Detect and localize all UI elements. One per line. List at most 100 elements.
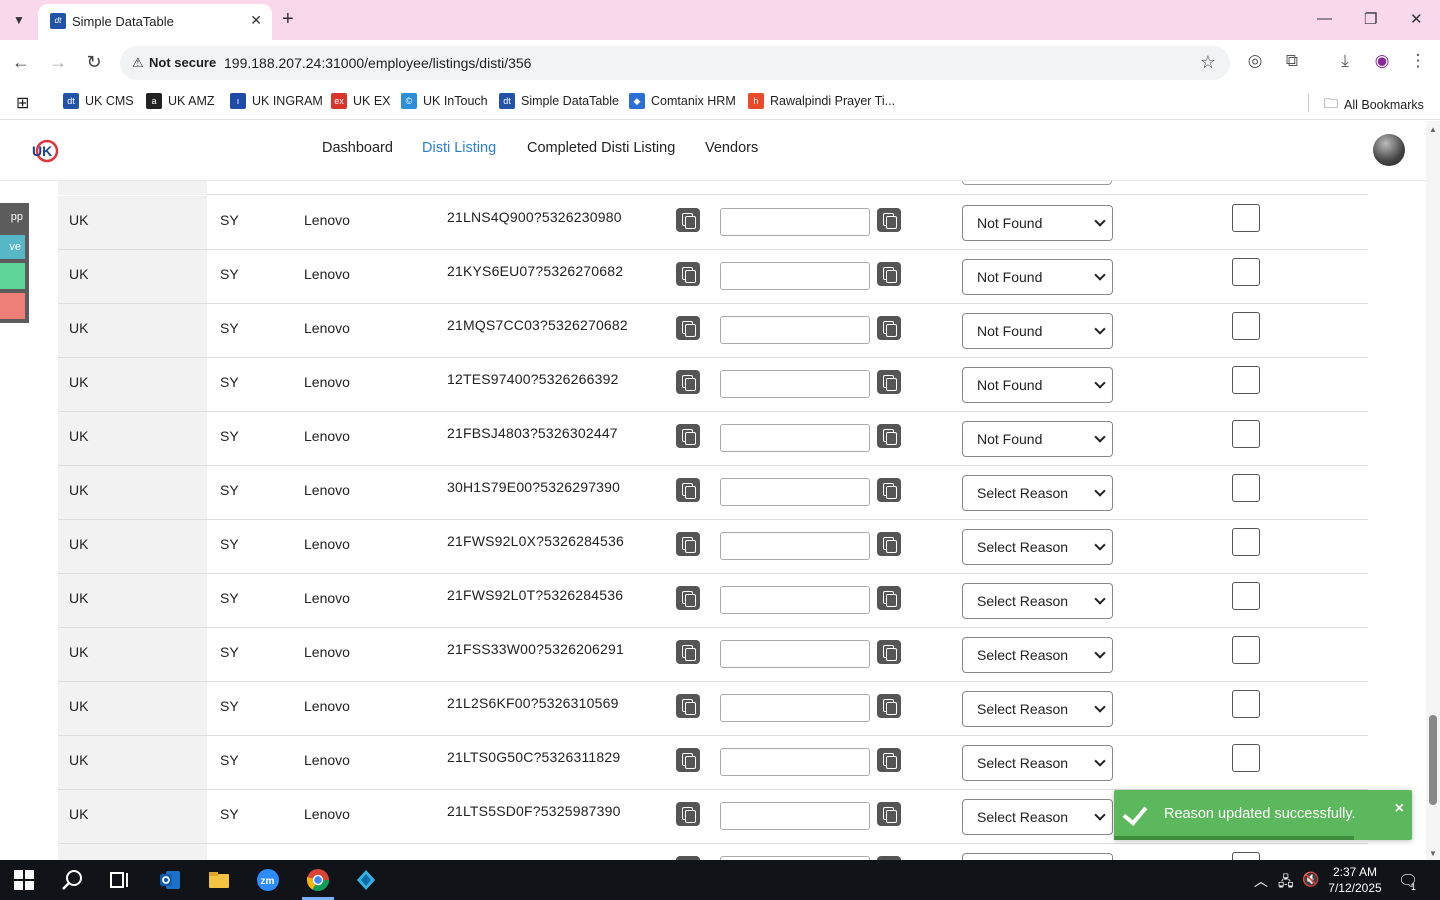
bookmark-item[interactable]: dt UK CMS	[63, 93, 134, 109]
copy-note-icon[interactable]	[877, 748, 901, 772]
nav-disti-listing[interactable]: Disti Listing	[422, 140, 496, 156]
translate-icon[interactable]: ◎	[1244, 51, 1266, 71]
reason-select[interactable]: Not Found	[962, 205, 1113, 241]
apps-grid-icon[interactable]: ⊞	[16, 93, 29, 113]
row-checkbox[interactable]	[1232, 528, 1260, 556]
bookmark-star-icon[interactable]: ☆	[1200, 52, 1216, 73]
outlook-icon[interactable]	[158, 868, 182, 892]
note-input[interactable]	[720, 532, 870, 560]
vscode-like-app-icon[interactable]	[354, 868, 378, 892]
copy-part-number-icon[interactable]	[676, 694, 700, 718]
row-checkbox[interactable]	[1232, 258, 1260, 286]
url-text[interactable]: 199.188.207.24:31000/employee/listings/d…	[224, 55, 531, 71]
close-window-icon[interactable]: ✕	[1410, 10, 1423, 28]
note-input[interactable]	[720, 262, 870, 290]
bookmark-item[interactable]: dt Simple DataTable	[499, 93, 619, 109]
minimize-icon[interactable]: —	[1317, 10, 1332, 27]
profile-icon[interactable]: ◉	[1371, 51, 1393, 71]
copy-part-number-icon[interactable]	[676, 748, 700, 772]
copy-part-number-icon[interactable]	[676, 640, 700, 664]
all-bookmarks-button[interactable]: 🗀 All Bookmarks	[1324, 93, 1424, 117]
windows-start-icon[interactable]	[12, 868, 36, 892]
left-rail-red-button[interactable]	[0, 293, 25, 319]
copy-note-icon[interactable]	[877, 370, 901, 394]
reason-select[interactable]: Not Found	[962, 259, 1113, 295]
reason-select[interactable]: Not Found	[962, 367, 1113, 403]
reason-select[interactable]: Select Reason	[962, 475, 1113, 511]
address-bar[interactable]: ⚠ Not secure 199.188.207.24:31000/employ…	[120, 46, 1230, 80]
copy-note-icon[interactable]	[877, 640, 901, 664]
note-input[interactable]	[720, 802, 870, 830]
network-icon[interactable]: 🖧	[1278, 871, 1294, 895]
copy-note-icon[interactable]	[877, 424, 901, 448]
forward-icon[interactable]: →	[47, 52, 69, 73]
left-rail-open-button[interactable]: pp ↗	[0, 206, 25, 246]
copy-note-icon[interactable]	[877, 478, 901, 502]
reason-select[interactable]: Select Reason	[962, 745, 1113, 781]
uk-logo-icon[interactable]: UK	[30, 137, 60, 165]
bookmark-item[interactable]: ı UK INGRAM	[230, 93, 323, 109]
scrollbar-thumb[interactable]	[1429, 715, 1437, 805]
bookmark-item[interactable]: a UK AMZ	[146, 93, 215, 109]
nav-dashboard[interactable]: Dashboard	[322, 140, 393, 156]
page-scrollbar[interactable]: ▲ ▼	[1426, 121, 1440, 860]
row-checkbox[interactable]	[1232, 636, 1260, 664]
tab-close-icon[interactable]: ✕	[250, 12, 262, 29]
row-checkbox[interactable]	[1232, 204, 1260, 232]
row-checkbox[interactable]	[1232, 690, 1260, 718]
copy-part-number-icon[interactable]	[676, 532, 700, 556]
warning-icon[interactable]: ⚠	[132, 55, 144, 71]
file-explorer-icon[interactable]	[207, 868, 231, 892]
note-input[interactable]	[720, 478, 870, 506]
row-checkbox[interactable]	[1232, 366, 1260, 394]
copy-note-icon[interactable]	[877, 532, 901, 556]
reason-select[interactable]: Select Reason	[962, 583, 1113, 619]
note-input[interactable]	[720, 748, 870, 776]
left-rail-save-button[interactable]: ve	[0, 235, 25, 259]
nav-vendors[interactable]: Vendors	[705, 140, 758, 156]
copy-part-number-icon[interactable]	[676, 424, 700, 448]
reason-select[interactable]: Select Reason	[962, 691, 1113, 727]
copy-note-icon[interactable]	[877, 262, 901, 286]
copy-part-number-icon[interactable]	[676, 370, 700, 394]
back-icon[interactable]: ←	[10, 52, 32, 73]
copy-part-number-icon[interactable]	[676, 316, 700, 340]
row-checkbox[interactable]	[1232, 312, 1260, 340]
note-input[interactable]	[720, 208, 870, 236]
reason-select[interactable]: Select Reason	[962, 799, 1113, 835]
security-label[interactable]: Not secure	[149, 55, 216, 70]
left-rail-green-button[interactable]	[0, 263, 25, 289]
reason-select-partial[interactable]	[962, 181, 1112, 185]
reload-icon[interactable]: ↻	[83, 52, 105, 73]
copy-part-number-icon[interactable]	[676, 586, 700, 610]
task-view-icon[interactable]	[108, 868, 132, 892]
toast-close-icon[interactable]: ×	[1395, 800, 1404, 818]
kebab-menu-icon[interactable]: ⋮	[1407, 51, 1429, 71]
user-avatar[interactable]	[1373, 134, 1405, 166]
volume-muted-icon[interactable]: 🔇	[1302, 871, 1319, 888]
tab-search-chevron-icon[interactable]: ▼	[6, 8, 32, 32]
row-checkbox[interactable]	[1232, 744, 1260, 772]
reason-select[interactable]: Select Reason	[962, 529, 1113, 565]
scroll-up-icon[interactable]: ▲	[1429, 125, 1437, 134]
zoom-icon[interactable]: zm	[256, 868, 280, 892]
search-icon[interactable]	[60, 868, 84, 892]
bookmark-item[interactable]: h Rawalpindi Prayer Ti...	[748, 93, 895, 109]
nav-completed-disti-listing[interactable]: Completed Disti Listing	[527, 140, 675, 156]
copy-note-icon[interactable]	[877, 694, 901, 718]
reason-select[interactable]: Not Found	[962, 421, 1113, 457]
copy-note-icon[interactable]	[877, 316, 901, 340]
note-input[interactable]	[720, 370, 870, 398]
browser-tab[interactable]: dt Simple DataTable ✕	[38, 4, 272, 40]
reason-select[interactable]	[962, 853, 1113, 860]
bookmark-item[interactable]: ◆ Comtanix HRM	[629, 93, 736, 109]
copy-part-number-icon[interactable]	[676, 208, 700, 232]
bookmark-item[interactable]: ex UK EX	[331, 93, 391, 109]
copy-note-icon[interactable]	[877, 802, 901, 826]
taskbar-clock[interactable]: 2:37 AM 7/12/2025	[1325, 864, 1385, 896]
extensions-icon[interactable]: ⧉	[1281, 51, 1303, 71]
copy-note-icon[interactable]	[877, 586, 901, 610]
download-icon[interactable]: ⤓	[1334, 51, 1356, 71]
note-input[interactable]	[720, 316, 870, 344]
note-input[interactable]	[720, 586, 870, 614]
